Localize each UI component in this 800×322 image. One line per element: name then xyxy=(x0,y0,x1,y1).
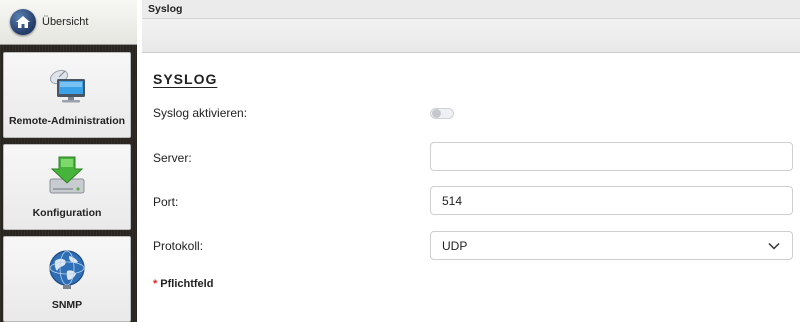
protocol-label: Protokoll: xyxy=(153,239,204,253)
required-note-text: Pflichtfeld xyxy=(160,278,214,290)
globe-icon xyxy=(45,247,89,291)
required-field-note: * Pflichtfeld xyxy=(153,278,213,290)
chevron-down-icon xyxy=(768,240,780,254)
overview-button[interactable]: Übersicht xyxy=(0,0,137,45)
sidebar-item-snmp[interactable]: SNMP xyxy=(3,236,131,322)
server-input[interactable] xyxy=(430,142,793,171)
toggle-knob xyxy=(432,109,441,118)
section-title: SYSLOG xyxy=(153,71,218,87)
home-icon xyxy=(10,9,36,35)
sidebar-item-konfiguration[interactable]: Konfiguration xyxy=(3,144,131,230)
download-drive-icon xyxy=(45,155,89,199)
monitor-satellite-icon xyxy=(45,63,89,107)
toolbar xyxy=(142,19,800,53)
sidebar-item-label: Remote-Administration xyxy=(8,115,126,127)
syslog-enable-label: Syslog aktivieren: xyxy=(153,106,248,120)
sidebar-item-label: Konfiguration xyxy=(32,207,102,219)
required-star: * xyxy=(153,278,158,290)
syslog-enable-toggle[interactable] xyxy=(430,108,454,119)
protocol-select[interactable]: UDP xyxy=(430,231,793,260)
overview-label: Übersicht xyxy=(42,16,89,28)
protocol-select-value: UDP xyxy=(442,239,468,253)
port-input-value: 514 xyxy=(442,194,463,208)
page-title: Syslog xyxy=(142,0,800,19)
sidebar-item-remote-administration[interactable]: Remote-Administration xyxy=(3,52,131,138)
port-label: Port: xyxy=(153,195,179,209)
sidebar-item-label: SNMP xyxy=(51,299,83,311)
sidebar: Übersicht Remote-Administration Konfigur… xyxy=(0,0,137,322)
server-label: Server: xyxy=(153,151,192,165)
port-input[interactable]: 514 xyxy=(430,186,793,215)
main-content: Syslog SYSLOG Syslog aktivieren: Server:… xyxy=(142,0,800,322)
